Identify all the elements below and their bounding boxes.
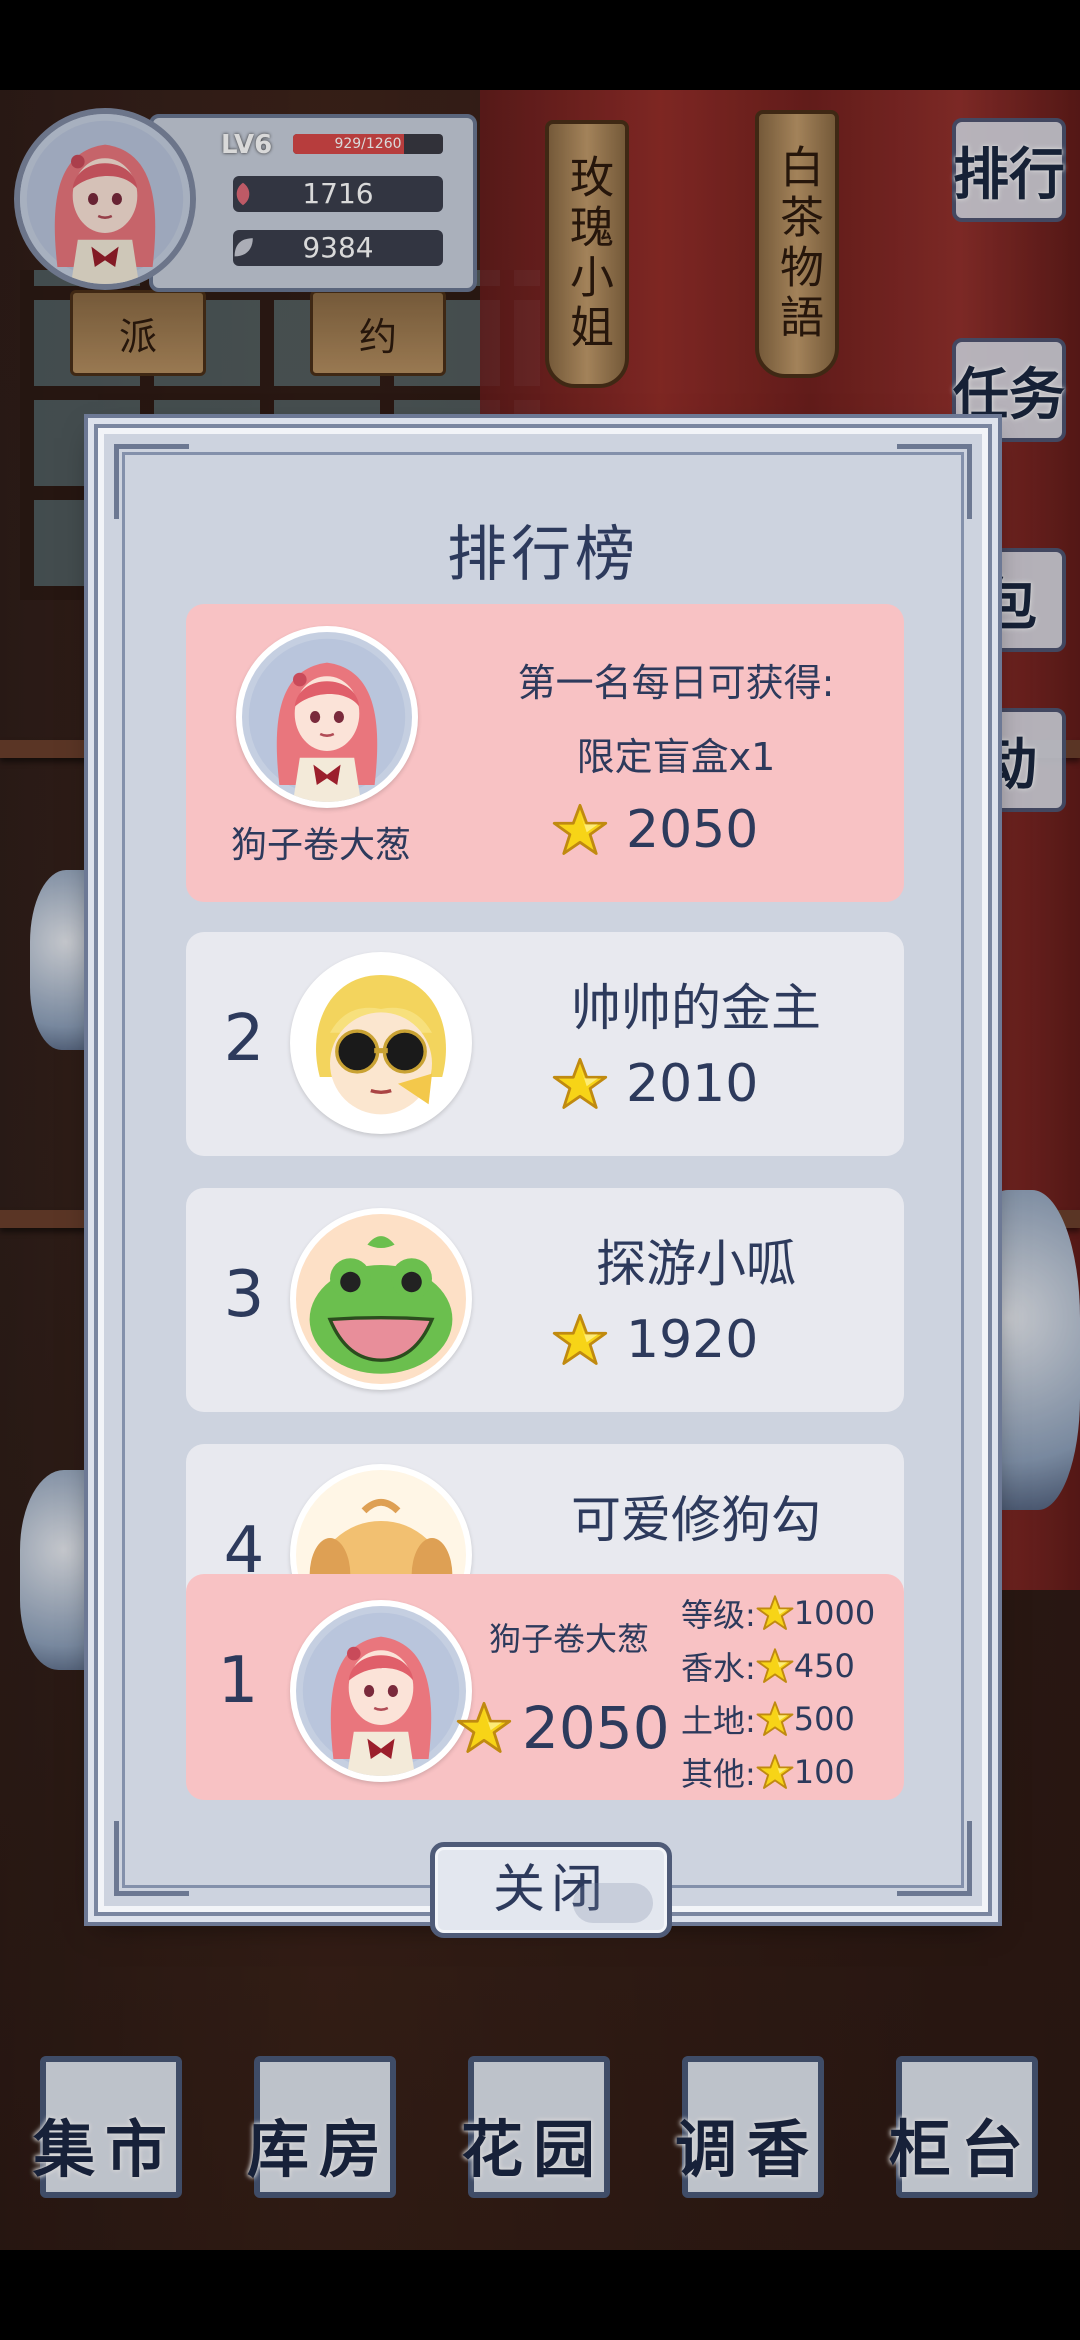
my-name: 狗子卷大葱 xyxy=(488,1620,649,1658)
rank-number: 3 xyxy=(223,1258,265,1332)
cloud-ornament xyxy=(573,1883,653,1923)
frog-avatar xyxy=(290,1208,472,1390)
close-button[interactable]: 关闭 xyxy=(430,1842,672,1938)
star-icon xyxy=(552,1056,608,1112)
corner-ornament xyxy=(897,1821,972,1896)
leaderboard-row: 3 探游小呱 1920 xyxy=(186,1188,904,1412)
my-rank-number: 1 xyxy=(217,1644,259,1718)
first-place-score: 2050 xyxy=(552,800,758,860)
player-score: 1920 xyxy=(552,1310,758,1370)
leaderboard-modal: 排行榜 狗子卷大葱 第一名每日可获得: 限定盲盒x1 2050 2 帅帅的金主 xyxy=(94,424,992,1938)
breakdown-value: 100 xyxy=(793,1752,855,1791)
first-place-reward-item: 限定盲盒x1 xyxy=(576,735,776,779)
breakdown-other: 其他: 100 xyxy=(681,1745,903,1798)
star-icon xyxy=(756,1753,794,1791)
sunglasses-guy-avatar xyxy=(290,952,472,1134)
breakdown-value: 450 xyxy=(793,1646,855,1685)
first-place-score-value: 2050 xyxy=(626,800,759,860)
my-total-score: 2050 xyxy=(456,1694,670,1762)
breakdown-value: 500 xyxy=(793,1699,855,1738)
my-total-score-value: 2050 xyxy=(522,1694,670,1762)
player-name: 可爱修狗勾 xyxy=(571,1491,821,1549)
breakdown-perfume: 香水: 450 xyxy=(681,1639,903,1692)
rank-number: 2 xyxy=(223,1002,265,1076)
leaderboard-title: 排行榜 xyxy=(447,520,639,590)
breakdown-land: 土地: 500 xyxy=(681,1692,903,1745)
leaderboard-row: 2 帅帅的金主 2010 xyxy=(186,932,904,1156)
corner-ornament xyxy=(114,1821,189,1896)
my-avatar xyxy=(290,1600,472,1782)
score-breakdown: 等级: 1000 香水: 450 土地: 500 其他: 100 xyxy=(681,1586,903,1798)
breakdown-label: 土地: xyxy=(681,1701,756,1740)
player-score-value: 1920 xyxy=(626,1310,759,1370)
star-icon xyxy=(552,1312,608,1368)
player-name: 帅帅的金主 xyxy=(571,979,821,1037)
breakdown-label: 其他: xyxy=(681,1754,756,1793)
breakdown-level: 等级: 1000 xyxy=(681,1586,903,1639)
star-icon xyxy=(456,1700,512,1756)
my-rank-card: 1 狗子卷大葱 2050 等级: 1000 香水: 450 土地: 500 其他… xyxy=(186,1574,904,1800)
first-place-name: 狗子卷大葱 xyxy=(230,825,411,866)
player-score: 2010 xyxy=(552,1054,758,1114)
player-score-value: 2010 xyxy=(626,1054,759,1114)
breakdown-label: 等级: xyxy=(681,1595,756,1634)
first-place-card: 狗子卷大葱 第一名每日可获得: 限定盲盒x1 2050 xyxy=(186,604,904,902)
breakdown-value: 1000 xyxy=(793,1593,876,1632)
breakdown-label: 香水: xyxy=(681,1648,756,1687)
star-icon xyxy=(756,1700,794,1738)
first-place-reward-text: 第一名每日可获得: xyxy=(517,661,835,705)
star-icon xyxy=(756,1647,794,1685)
player-name: 探游小呱 xyxy=(596,1235,796,1293)
star-icon xyxy=(756,1594,794,1632)
star-icon xyxy=(552,802,608,858)
first-place-avatar xyxy=(236,626,418,808)
